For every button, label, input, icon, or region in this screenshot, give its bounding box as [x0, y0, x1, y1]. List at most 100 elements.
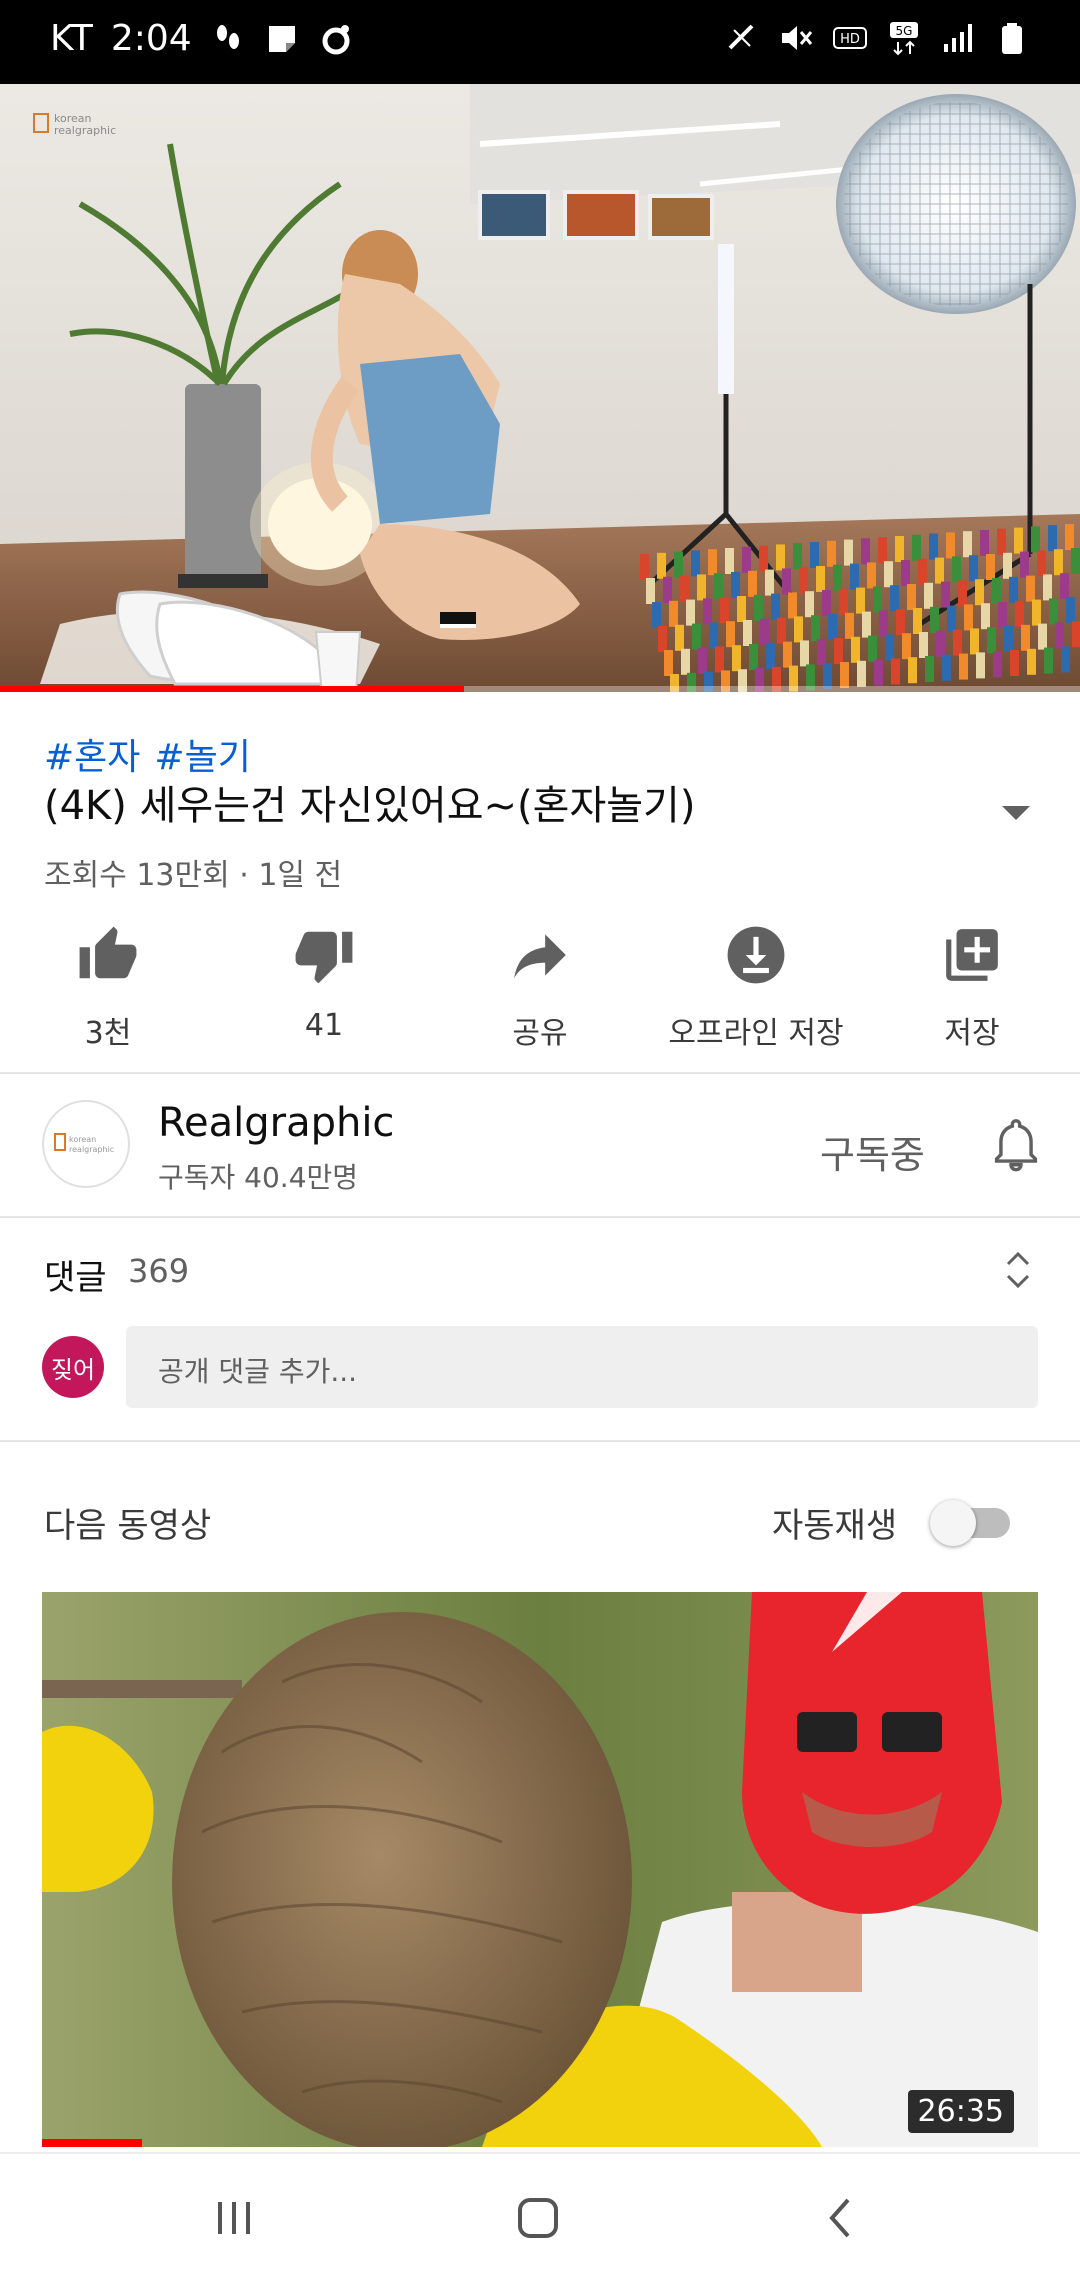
domino — [946, 532, 955, 559]
domino — [811, 615, 820, 642]
domino — [692, 623, 701, 650]
domino — [726, 621, 735, 648]
domino — [771, 593, 780, 620]
camera-icon — [322, 24, 350, 54]
home-icon — [518, 2198, 558, 2238]
domino — [800, 640, 809, 667]
like-count: 3천 — [84, 1016, 132, 1051]
domino — [958, 580, 967, 607]
domino — [936, 630, 945, 657]
domino — [1072, 621, 1080, 648]
mute-vibrate-icon — [728, 24, 754, 50]
domino — [748, 570, 757, 597]
domino — [845, 612, 854, 639]
video-player[interactable]: korean realgraphic — [0, 84, 1080, 692]
video-title[interactable]: (4K) 세우는건 자신있어요~(혼자놀기) — [44, 780, 964, 832]
domino — [976, 652, 985, 679]
system-navigation-bar — [0, 2152, 1080, 2282]
domino — [1014, 527, 1023, 554]
subscribed-button[interactable]: 구독중 — [820, 1124, 925, 1179]
domino — [844, 539, 853, 566]
hashtag-link[interactable]: #놀기 — [154, 737, 250, 778]
domino — [895, 536, 904, 562]
expand-description-icon[interactable] — [996, 792, 1036, 832]
video-progress-bar[interactable] — [0, 686, 1080, 692]
domino — [1021, 624, 1030, 651]
domino — [862, 611, 871, 638]
domino — [1054, 549, 1063, 576]
domino — [725, 548, 734, 574]
signal-icon — [944, 24, 972, 52]
domino — [1060, 573, 1069, 600]
download-button[interactable]: 오프라인 저장 — [648, 920, 864, 1070]
domino — [959, 653, 968, 680]
share-icon — [514, 934, 566, 979]
comment-input[interactable]: 공개 댓글 추가... — [126, 1326, 1038, 1408]
comments-label[interactable]: 댓글 — [44, 1250, 107, 1299]
video-meta: 조회수 13만회 · 1일 전 — [44, 858, 343, 893]
domino — [663, 576, 672, 603]
domino — [850, 563, 859, 590]
svg-text:HD: HD — [840, 32, 860, 47]
domino — [686, 599, 695, 626]
domino — [890, 585, 899, 612]
channel-name[interactable]: Realgraphic — [158, 1100, 394, 1146]
domino — [1026, 575, 1035, 602]
domino — [896, 609, 905, 636]
domino — [827, 540, 836, 567]
toggle-knob — [930, 1500, 976, 1546]
save-button[interactable]: 저장 — [864, 920, 1080, 1070]
domino — [737, 596, 746, 622]
domino — [708, 549, 717, 576]
download-label: 오프라인 저장 — [668, 1016, 844, 1051]
domino — [879, 610, 888, 637]
domino — [766, 642, 775, 669]
share-label: 공유 — [512, 1016, 568, 1051]
domino — [834, 638, 843, 664]
domino — [720, 597, 729, 624]
autoplay-toggle[interactable] — [930, 1498, 1010, 1546]
domino — [873, 586, 882, 613]
domino — [998, 602, 1007, 628]
domino — [919, 632, 928, 658]
domino — [840, 662, 849, 688]
like-button[interactable]: 3천 — [0, 920, 216, 1070]
dislike-button[interactable]: 41 — [216, 920, 432, 1070]
next-video-thumbnail[interactable]: 26:35 — [42, 1592, 1038, 2147]
channel-logo: korean realgraphic — [54, 1133, 114, 1154]
domino — [1044, 647, 1053, 674]
domino — [947, 605, 956, 632]
domino — [918, 558, 927, 585]
expand-comments-icon[interactable] — [1000, 1248, 1036, 1292]
domino — [867, 562, 876, 589]
domino — [981, 603, 990, 630]
domino — [794, 616, 803, 643]
notification-bell-icon[interactable] — [990, 1118, 1042, 1174]
recent-apps-button[interactable] — [194, 2184, 274, 2252]
comments-count: 369 — [128, 1252, 190, 1290]
domino — [1032, 599, 1041, 626]
domino — [709, 622, 718, 649]
domino — [777, 617, 786, 644]
clock: 2:04 — [110, 18, 192, 59]
domino — [1043, 574, 1052, 601]
back-button[interactable] — [800, 2184, 880, 2252]
domino — [941, 581, 950, 608]
domino — [793, 543, 802, 570]
domino — [1010, 650, 1019, 676]
domino — [749, 644, 758, 670]
thumbs-down-icon — [295, 931, 353, 984]
domino — [691, 550, 700, 577]
hashtag-link[interactable]: #혼자 — [44, 737, 140, 778]
domino — [816, 566, 825, 592]
domino — [1009, 576, 1018, 603]
domino — [942, 654, 951, 681]
autoplay-label: 자동재생 — [772, 1506, 898, 1546]
channel-avatar[interactable]: korean realgraphic — [42, 1100, 130, 1188]
share-button[interactable]: 공유 — [432, 920, 648, 1070]
back-icon — [829, 2198, 850, 2238]
domino — [929, 533, 938, 560]
5g-icon: 5G — [890, 22, 918, 56]
domino — [993, 651, 1002, 678]
home-button[interactable] — [498, 2184, 578, 2252]
